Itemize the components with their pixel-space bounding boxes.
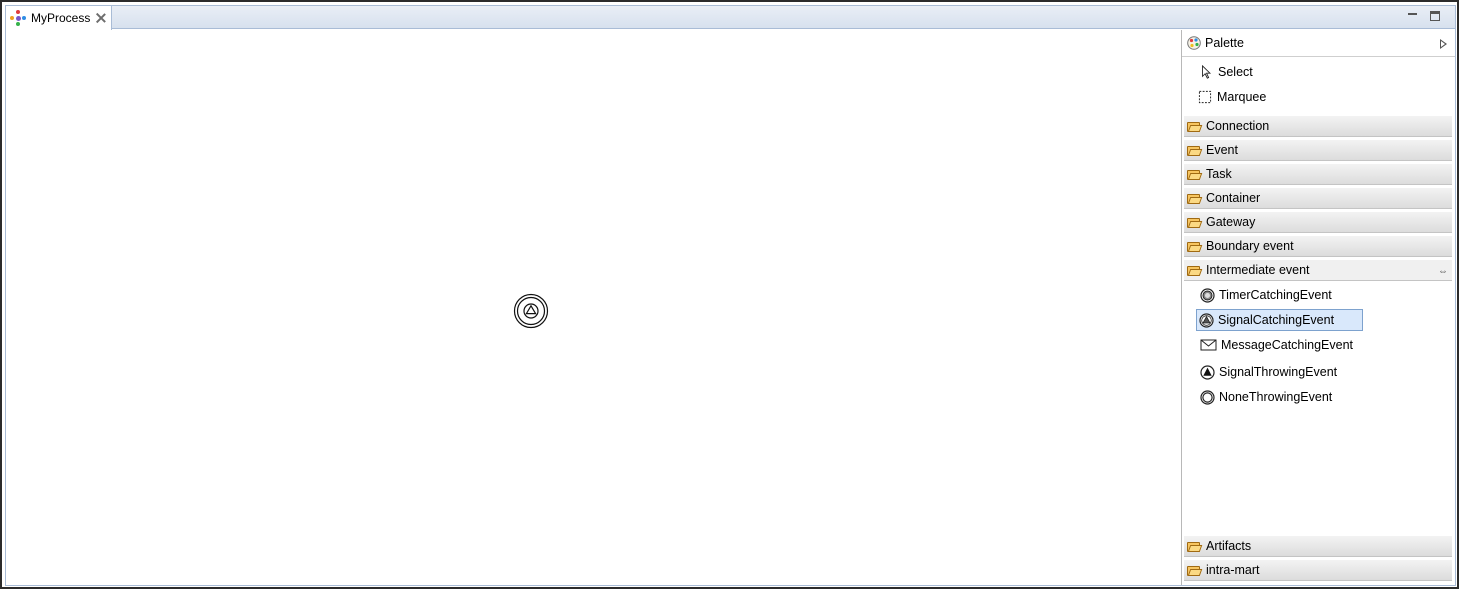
marquee-icon <box>1198 90 1212 104</box>
palette-header[interactable]: Palette <box>1182 30 1455 57</box>
drawer-connection[interactable]: Connection <box>1184 115 1452 137</box>
entry-none-throwing-event[interactable]: NoneThrowingEvent <box>1198 386 1336 408</box>
tool-select-label: Select <box>1218 65 1253 79</box>
tool-marquee[interactable]: Marquee <box>1198 87 1266 107</box>
palette-panel: Palette Select Marquee Connection Event … <box>1181 30 1455 585</box>
close-icon[interactable] <box>96 13 106 23</box>
drawer-label: Gateway <box>1206 215 1256 229</box>
signal-catching-event-node[interactable] <box>513 293 549 329</box>
drawer-intra-mart[interactable]: intra-mart <box>1184 559 1452 581</box>
folder-icon <box>1187 121 1203 132</box>
editor-area: MyProcess Palette Select Marquee Connect… <box>5 5 1456 586</box>
tab-label: MyProcess <box>31 11 91 25</box>
drawer-label: Container <box>1206 191 1261 205</box>
minimize-icon[interactable] <box>1407 10 1419 22</box>
drawer-label: Event <box>1206 143 1238 157</box>
entry-signal-throwing-event[interactable]: SignalThrowingEvent <box>1198 361 1341 383</box>
folder-icon <box>1187 145 1203 156</box>
tool-select[interactable]: Select <box>1199 62 1253 82</box>
window-frame: MyProcess Palette Select Marquee Connect… <box>0 0 1459 589</box>
process-icon <box>10 10 26 26</box>
drawer-label: intra-mart <box>1206 563 1260 577</box>
arrow-pointer-icon <box>1202 65 1212 79</box>
folder-icon <box>1187 241 1203 252</box>
drawer-label: Task <box>1206 167 1232 181</box>
entry-label: SignalCatchingEvent <box>1218 313 1335 327</box>
folder-open-icon <box>1187 265 1203 276</box>
none-throwing-icon <box>1200 389 1215 405</box>
tab-bar: MyProcess <box>6 6 1455 30</box>
drawer-label: Artifacts <box>1206 539 1252 553</box>
folder-icon <box>1187 565 1203 576</box>
diagram-canvas[interactable] <box>6 30 1180 585</box>
entry-message-catching-event[interactable]: MessageCatchingEvent <box>1198 334 1357 356</box>
folder-icon <box>1187 217 1203 228</box>
entry-signal-catching-event[interactable]: SignalCatchingEvent <box>1196 309 1363 331</box>
drawer-container[interactable]: Container <box>1184 187 1452 209</box>
signal-catching-icon <box>1199 312 1214 328</box>
drawer-artifacts[interactable]: Artifacts <box>1184 535 1452 557</box>
folder-icon <box>1187 193 1203 204</box>
envelope-icon <box>1200 339 1217 351</box>
maximize-icon[interactable] <box>1430 11 1440 21</box>
drawer-intermediate-event[interactable]: Intermediate event ⇔ <box>1184 259 1452 281</box>
pin-icon[interactable]: ⇔ <box>1438 266 1448 277</box>
drawer-boundary-event[interactable]: Boundary event <box>1184 235 1452 257</box>
signal-throwing-icon <box>1200 364 1215 380</box>
collapse-palette-icon[interactable] <box>1440 39 1447 49</box>
entry-label: MessageCatchingEvent <box>1221 338 1354 352</box>
drawer-gateway[interactable]: Gateway <box>1184 211 1452 233</box>
folder-icon <box>1187 169 1203 180</box>
drawer-label: Boundary event <box>1206 239 1294 253</box>
timer-event-icon <box>1200 287 1215 303</box>
drawer-label: Intermediate event <box>1206 263 1310 277</box>
drawer-task[interactable]: Task <box>1184 163 1452 185</box>
tool-marquee-label: Marquee <box>1217 90 1267 104</box>
drawer-event[interactable]: Event <box>1184 139 1452 161</box>
drawer-label: Connection <box>1206 119 1270 133</box>
palette-icon <box>1187 36 1201 50</box>
palette-title: Palette <box>1205 36 1244 50</box>
entry-label: NoneThrowingEvent <box>1219 390 1333 404</box>
folder-icon <box>1187 541 1203 552</box>
tab-myprocess[interactable]: MyProcess <box>6 6 112 30</box>
entry-label: SignalThrowingEvent <box>1219 365 1338 379</box>
entry-label: TimerCatchingEvent <box>1219 288 1332 302</box>
entry-timer-catching-event[interactable]: TimerCatchingEvent <box>1198 284 1336 306</box>
